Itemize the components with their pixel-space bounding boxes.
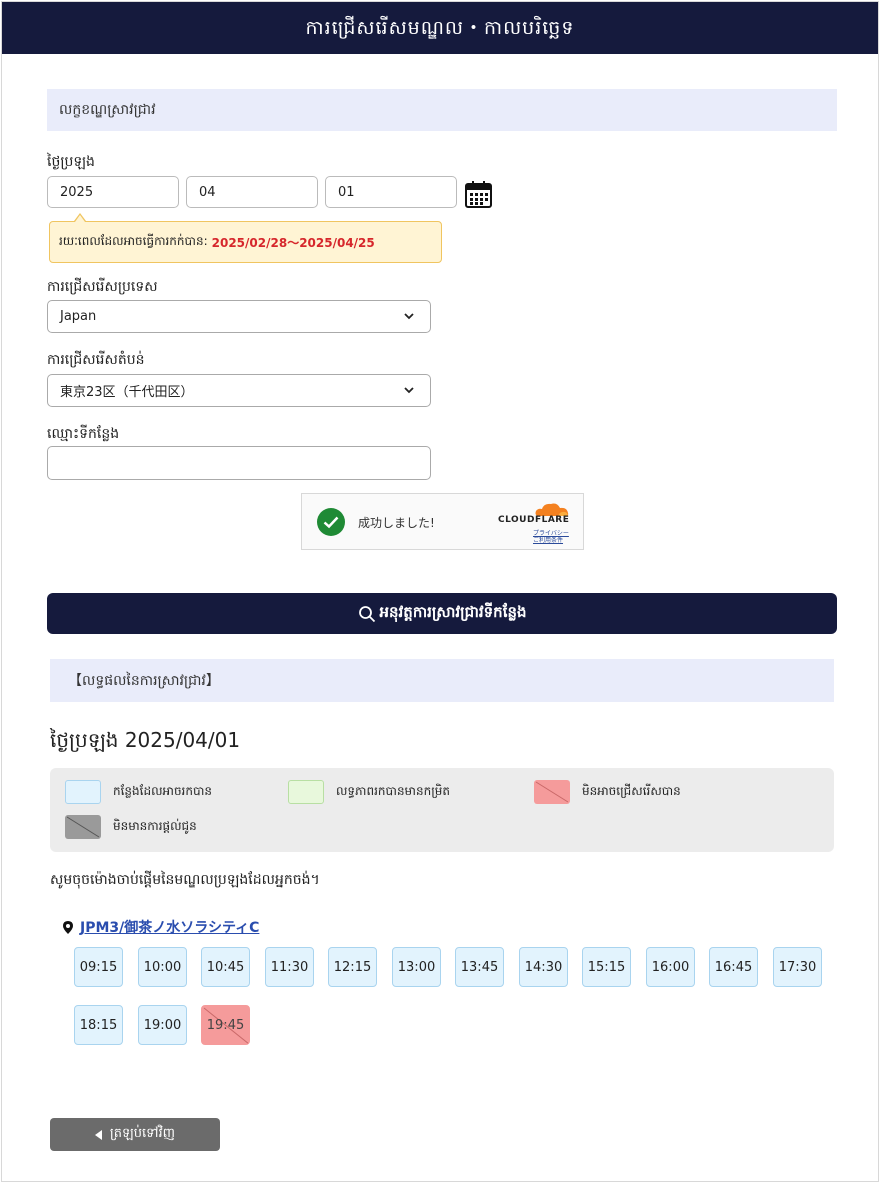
search-icon <box>358 605 375 622</box>
month-value: 04 <box>199 184 216 200</box>
chevron-down-icon <box>404 387 414 394</box>
search-conditions-title: លក្ខខណ្ឌស្រាវជ្រាវ <box>59 101 156 118</box>
time-slot-label: 16:45 <box>714 959 753 975</box>
privacy-link[interactable]: プライバシー <box>533 530 569 537</box>
time-slot-label: 18:15 <box>79 1017 118 1033</box>
results-date: ថ្ងៃប្រឡង 2025/04/01 <box>50 728 241 752</box>
region-value: 東京23区（千代田区） <box>60 385 194 400</box>
captcha-status: 成功しました! <box>358 516 435 530</box>
time-slot-label: 10:00 <box>143 959 182 975</box>
page-header: ការជ្រើសរើសមណ្ឌល・កាលបរិច្ឆេទ <box>2 2 878 54</box>
page-title: ការជ្រើសរើសមណ្ឌល・កាលបរិច្ឆេទ <box>305 16 575 39</box>
booking-period-range: 2025/02/28〜2025/04/25 <box>211 235 375 250</box>
time-slot-label: 12:15 <box>333 959 372 975</box>
time-slot-label: 17:30 <box>778 959 817 975</box>
time-slot-1815[interactable]: 18:15 <box>74 1005 123 1045</box>
venue-name-input[interactable] <box>47 446 431 480</box>
time-slot-label: 13:45 <box>460 959 499 975</box>
country-select[interactable]: Japan <box>47 300 431 333</box>
time-slot-1045[interactable]: 10:45 <box>201 947 250 987</box>
region-label: ការជ្រើសរើសតំបន់ <box>47 352 145 368</box>
time-slot-1215[interactable]: 12:15 <box>328 947 377 987</box>
not-offered-swatch <box>65 815 101 839</box>
back-button-label: ត្រឡប់ទៅវិញ <box>109 1126 176 1141</box>
back-button[interactable]: ត្រឡប់ទៅវិញ <box>50 1118 220 1151</box>
time-slot-label: 16:00 <box>651 959 690 975</box>
time-slot-1300[interactable]: 13:00 <box>392 947 441 987</box>
time-slot-label: 10:45 <box>206 959 245 975</box>
search-venues-button[interactable]: អនុវត្តការស្រាវជ្រាវទីកន្លែង <box>47 593 837 634</box>
time-slot-label: 15:15 <box>587 959 626 975</box>
legend-unselectable: មិនអាចជ្រើសរើសបាន <box>534 780 681 804</box>
calendar-icon[interactable] <box>465 181 492 208</box>
booking-period-tooltip: រយៈពេលដែលអាចធ្វើការកក់បាន: 2025/02/28〜20… <box>49 221 442 263</box>
time-slot-1000[interactable]: 10:00 <box>138 947 187 987</box>
country-label: ការជ្រើសរើសប្រទេស <box>47 279 158 295</box>
legend: កន្លែងដែលអាចរកបាន លទ្ធភាពរកបានមានកម្រិត … <box>50 768 834 852</box>
year-value: 2025 <box>60 184 94 200</box>
legend-available-label: កន្លែងដែលអាចរកបាន <box>113 784 213 798</box>
country-value: Japan <box>60 309 97 324</box>
chevron-down-icon <box>404 313 414 320</box>
instruction-text: សូមចុចម៉ោងចាប់ផ្តើមនៃមណ្ឌលប្រឡងដែលអ្នកចង… <box>50 872 320 888</box>
legend-few-left-label: លទ្ធភាពរកបានមានកម្រិត <box>336 784 451 798</box>
time-slot-label: 09:15 <box>79 959 118 975</box>
time-slot-label: 14:30 <box>524 959 563 975</box>
exam-date-label: ថ្ងៃប្រឡង <box>47 154 95 170</box>
legend-not-offered: មិនមានការផ្តល់ជូន <box>65 815 197 839</box>
time-slot-1430[interactable]: 14:30 <box>519 947 568 987</box>
legend-not-offered-label: មិនមានការផ្តល់ជូន <box>113 819 197 833</box>
time-slot-label: 19:00 <box>143 1017 182 1033</box>
region-select[interactable]: 東京23区（千代田区） <box>47 374 431 407</box>
search-conditions-header: លក្ខខណ្ឌស្រាវជ្រាវ <box>47 89 837 131</box>
time-slot-1600[interactable]: 16:00 <box>646 947 695 987</box>
map-pin-icon <box>63 920 73 934</box>
time-slot-1515[interactable]: 15:15 <box>582 947 631 987</box>
results-title: 【លទ្ធផលនៃការស្រាវជ្រាវ】 <box>68 672 220 689</box>
caret-left-icon <box>94 1129 102 1140</box>
captcha-links: プライバシー ご利用条件 <box>533 530 569 544</box>
time-slot-0915[interactable]: 09:15 <box>74 947 123 987</box>
year-field[interactable]: 2025 <box>47 176 179 208</box>
legend-available: កន្លែងដែលអាចរកបាន <box>65 780 212 804</box>
legend-few-left: លទ្ធភាពរកបានមានកម្រិត <box>288 780 450 804</box>
time-slot-1345[interactable]: 13:45 <box>455 947 504 987</box>
time-slot-1945: 19:45 <box>201 1005 250 1045</box>
time-slot-label: 13:00 <box>397 959 436 975</box>
venue-link[interactable]: JPM3/御茶ノ水ソラシティC <box>80 917 259 937</box>
legend-unselectable-label: មិនអាចជ្រើសរើសបាន <box>582 784 681 798</box>
booking-period-label: រយៈពេលដែលអាចធ្វើការកក់បាន: <box>59 234 208 248</box>
time-slot-1645[interactable]: 16:45 <box>709 947 758 987</box>
day-value: 01 <box>338 184 355 200</box>
time-slot-label: 11:30 <box>270 959 309 975</box>
venue-heading: JPM3/御茶ノ水ソラシティC <box>62 917 259 937</box>
unselectable-swatch <box>534 780 570 804</box>
terms-link[interactable]: ご利用条件 <box>533 537 569 544</box>
time-slot-1730[interactable]: 17:30 <box>773 947 822 987</box>
time-slot-1130[interactable]: 11:30 <box>265 947 314 987</box>
time-slot-label: 19:45 <box>206 1017 245 1033</box>
cloudflare-brand: CLOUDFLARE <box>498 515 570 525</box>
few-left-swatch <box>288 780 324 804</box>
venue-name-label: ឈ្មោះទីកន្លែង <box>47 426 120 442</box>
available-swatch <box>65 780 101 804</box>
cloudflare-captcha[interactable]: 成功しました! CLOUDFLARE プライバシー ご利用条件 <box>301 493 584 550</box>
check-icon <box>317 508 345 536</box>
day-field[interactable]: 01 <box>325 176 457 208</box>
time-slot-1900[interactable]: 19:00 <box>138 1005 187 1045</box>
month-field[interactable]: 04 <box>186 176 318 208</box>
search-button-label: អនុវត្តការស្រាវជ្រាវទីកន្លែង <box>379 602 527 621</box>
results-header: 【លទ្ធផលនៃការស្រាវជ្រាវ】 <box>50 659 834 702</box>
tooltip-arrow-inner <box>75 215 85 222</box>
